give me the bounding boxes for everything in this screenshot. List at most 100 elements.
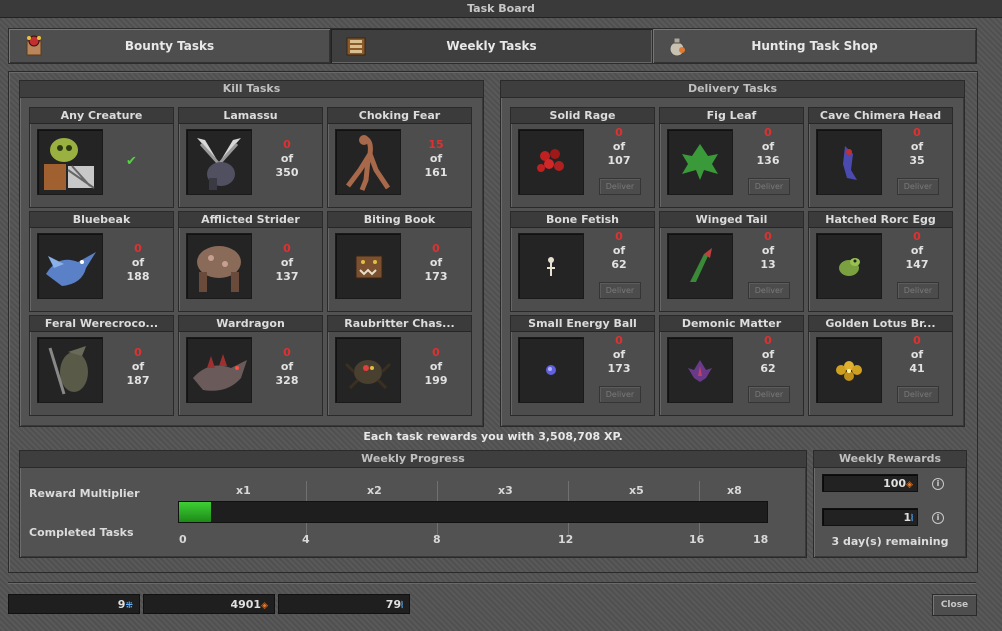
creature-image (37, 129, 103, 195)
tab-bounty-tasks[interactable]: Bounty Tasks (8, 28, 331, 64)
cave-chimera-head-icon (843, 146, 857, 180)
of-label: of (429, 360, 443, 373)
of-label: of (761, 348, 775, 361)
hunting-points-balance: 4901◈ (143, 594, 275, 614)
weekly-progress-heading: Weekly Progress (20, 451, 806, 468)
kill-task-biting-book[interactable]: Biting Book 0 of 173 (327, 211, 472, 312)
deliver-button[interactable]: Deliver (599, 282, 641, 299)
kill-total: 350 (275, 166, 299, 179)
tick-18: 18 (753, 533, 769, 546)
of-label: of (131, 360, 145, 373)
kill-total: 173 (424, 270, 448, 283)
tick-8: 8 (433, 533, 441, 546)
soulseal-icon: ⦚ (401, 601, 403, 611)
completed-check-icon: ✔ (126, 154, 137, 169)
deliver-button[interactable]: Deliver (897, 178, 939, 195)
weekly-rewards-heading: Weekly Rewards (814, 451, 966, 468)
kill-count: 0 (134, 346, 142, 359)
kill-task-bluebeak[interactable]: Bluebeak 0 of 188 (29, 211, 174, 312)
soulseals-field: 1⦚ (822, 508, 918, 526)
demonic-matter-icon (688, 360, 712, 382)
item-image (667, 129, 733, 195)
delivered-count: 0 (764, 334, 772, 347)
item-image (518, 337, 584, 403)
delivery-total: 136 (756, 154, 780, 167)
kill-task-afflicted-strider[interactable]: Afflicted Strider 0 of 137 (178, 211, 323, 312)
item-image (667, 233, 733, 299)
deliver-button[interactable]: Deliver (748, 282, 790, 299)
delivery-total: 173 (607, 362, 631, 375)
reward-multiplier-label: Reward Multiplier (29, 487, 140, 500)
task-name: Bluebeak (30, 212, 173, 228)
divider (437, 481, 438, 503)
of-label: of (910, 244, 924, 257)
task-name: Choking Fear (328, 108, 471, 124)
delivery-task-winged-tail[interactable]: Winged Tail 0 of 13 Deliver (659, 211, 804, 312)
fig-leaf-icon (682, 144, 718, 180)
delivery-tasks-section: Delivery Tasks Solid Rage 0 of 107 Deliv… (500, 80, 965, 427)
delivery-total: 147 (905, 258, 929, 271)
deliver-button[interactable]: Deliver (599, 386, 641, 403)
balance-value: 4901 (230, 598, 262, 611)
deliver-button[interactable]: Deliver (599, 178, 641, 195)
balance-value: 79 (385, 598, 402, 611)
multiplier-x3: x3 (498, 484, 513, 497)
tab-label: Weekly Tasks (446, 39, 537, 53)
of-label: of (131, 256, 145, 269)
info-icon[interactable]: i (932, 478, 944, 490)
info-icon[interactable]: i (932, 512, 944, 524)
creature-image (335, 129, 401, 195)
of-label: of (612, 348, 626, 361)
deliver-button[interactable]: Deliver (748, 178, 790, 195)
kill-tasks-section: Kill Tasks Any Creature ✔ Lamassu 0 of 3… (19, 80, 484, 427)
kill-task-any-creature[interactable]: Any Creature ✔ (29, 107, 174, 208)
multiplier-x2: x2 (367, 484, 382, 497)
task-name: Raubritter Chas... (328, 316, 471, 332)
of-label: of (761, 244, 775, 257)
deliver-button[interactable]: Deliver (897, 282, 939, 299)
kill-count: 15 (428, 138, 444, 151)
kill-task-lamassu[interactable]: Lamassu 0 of 350 (178, 107, 323, 208)
item-image (518, 129, 584, 195)
delivery-total: 62 (760, 362, 776, 375)
delivery-task-fig-leaf[interactable]: Fig Leaf 0 of 136 Deliver (659, 107, 804, 208)
task-name: Winged Tail (660, 212, 803, 228)
divider (8, 582, 976, 583)
of-label: of (429, 256, 443, 269)
delivery-task-solid-rage[interactable]: Solid Rage 0 of 107 Deliver (510, 107, 655, 208)
deliver-button[interactable]: Deliver (748, 386, 790, 403)
creature-image (335, 233, 401, 299)
biting-book-icon (355, 255, 383, 279)
delivered-count: 0 (764, 230, 772, 243)
deliver-button[interactable]: Deliver (897, 386, 939, 403)
creature-image (37, 233, 103, 299)
delivery-total: 107 (607, 154, 631, 167)
any-creature-icon (44, 138, 95, 190)
kill-task-raubritter-chaser[interactable]: Raubritter Chas... 0 of 199 (327, 315, 472, 416)
of-label: of (280, 256, 294, 269)
soulpoints-balance: 9⁜ (8, 594, 140, 614)
delivery-task-hatched-rorc-egg[interactable]: Hatched Rorc Egg 0 of 147 Deliver (808, 211, 953, 312)
item-image (816, 233, 882, 299)
delivery-task-golden-lotus-brooch[interactable]: Golden Lotus Br... 0 of 41 Deliver (808, 315, 953, 416)
divider (699, 481, 700, 503)
kill-task-feral-werecrocodile[interactable]: Feral Werecroco... 0 of 187 (29, 315, 174, 416)
kill-task-wardragon[interactable]: Wardragon 0 of 328 (178, 315, 323, 416)
close-button[interactable]: Close (932, 594, 977, 616)
task-name: Fig Leaf (660, 108, 803, 124)
raubritter-chaser-icon (344, 360, 392, 390)
tick-0: 0 (179, 533, 187, 546)
feral-werecrocodile-icon (48, 346, 88, 395)
delivery-task-small-energy-ball[interactable]: Small Energy Ball 0 of 173 Deliver (510, 315, 655, 416)
delivery-task-cave-chimera-head[interactable]: Cave Chimera Head 0 of 35 Deliver (808, 107, 953, 208)
delivery-task-demonic-matter[interactable]: Demonic Matter 0 of 62 Deliver (659, 315, 804, 416)
delivery-task-bone-fetish[interactable]: Bone Fetish 0 of 62 Deliver (510, 211, 655, 312)
task-name: Wardragon (179, 316, 322, 332)
delivery-total: 13 (760, 258, 776, 271)
kill-task-choking-fear[interactable]: Choking Fear 15 of 161 (327, 107, 472, 208)
tab-hunting-task-shop[interactable]: Hunting Task Shop (652, 28, 977, 64)
task-name: Small Energy Ball (511, 316, 654, 332)
tab-weekly-tasks[interactable]: Weekly Tasks (330, 28, 653, 64)
task-name: Any Creature (30, 108, 173, 124)
delivered-count: 0 (615, 126, 623, 139)
